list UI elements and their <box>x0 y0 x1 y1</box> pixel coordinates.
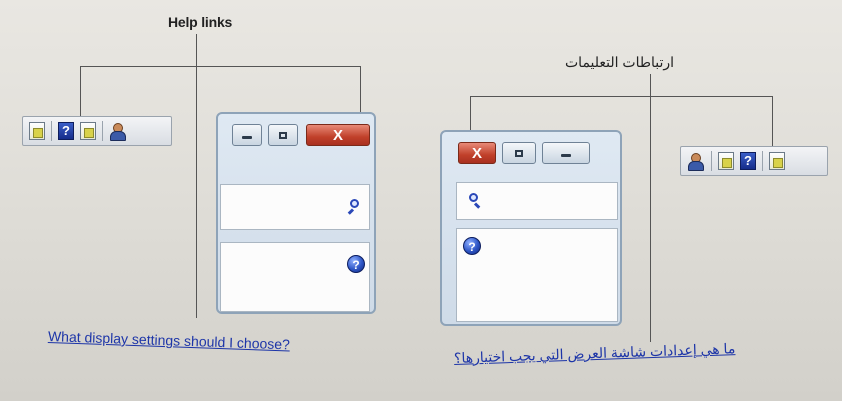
content-pane: ? <box>220 242 370 312</box>
document-icon[interactable] <box>80 122 96 140</box>
help-icon[interactable]: ? <box>58 122 74 140</box>
content-pane-arabic: ? <box>456 228 618 322</box>
document-icon[interactable] <box>718 152 734 170</box>
maximize-button[interactable] <box>268 124 298 146</box>
toolbar-separator <box>102 121 103 141</box>
minimize-icon <box>561 154 571 157</box>
help-icon[interactable]: ? <box>347 255 365 273</box>
toolbar-separator <box>711 151 712 171</box>
person-icon[interactable] <box>109 122 127 141</box>
help-icon[interactable]: ? <box>463 237 481 255</box>
maximize-icon <box>515 149 523 157</box>
help-links-callout-label-arabic: ارتباطات التعليمات <box>565 54 675 70</box>
toolbar-strip-arabic: ? <box>680 146 828 176</box>
document-icon[interactable] <box>29 122 45 140</box>
callout-bracket-line-arabic <box>470 96 772 97</box>
document-icon[interactable] <box>769 152 785 170</box>
search-pane-arabic <box>456 182 618 220</box>
minimize-button-arabic[interactable] <box>542 142 590 164</box>
toolbar-separator <box>762 151 763 171</box>
callout-leader-line-arabic <box>650 74 651 342</box>
maximize-button-arabic[interactable] <box>502 142 536 164</box>
maximize-icon <box>279 131 287 139</box>
search-pane <box>220 184 370 230</box>
callout-tick-toolbar <box>80 66 81 118</box>
help-icon[interactable]: ? <box>740 152 756 170</box>
callout-bracket-line <box>80 66 360 67</box>
search-icon[interactable] <box>347 199 361 215</box>
help-links-callout-label: Help links <box>168 14 233 30</box>
callout-tick-toolbar-arabic <box>772 96 773 148</box>
help-link-arabic[interactable]: ما هي إعدادات شاشة العرض التي يجب اختيار… <box>454 340 736 367</box>
callout-leader-line <box>196 34 197 318</box>
minimize-icon <box>242 136 252 139</box>
toolbar-strip: ? <box>22 116 172 146</box>
close-button[interactable]: X <box>306 124 370 146</box>
search-icon[interactable] <box>467 193 481 209</box>
window-crop: X ? <box>216 112 376 314</box>
person-icon[interactable] <box>687 152 705 171</box>
window-crop-arabic: X ? <box>440 130 622 326</box>
minimize-button[interactable] <box>232 124 262 146</box>
help-link[interactable]: What display settings should I choose? <box>48 328 290 352</box>
toolbar-separator <box>51 121 52 141</box>
close-button-arabic[interactable]: X <box>458 142 496 164</box>
